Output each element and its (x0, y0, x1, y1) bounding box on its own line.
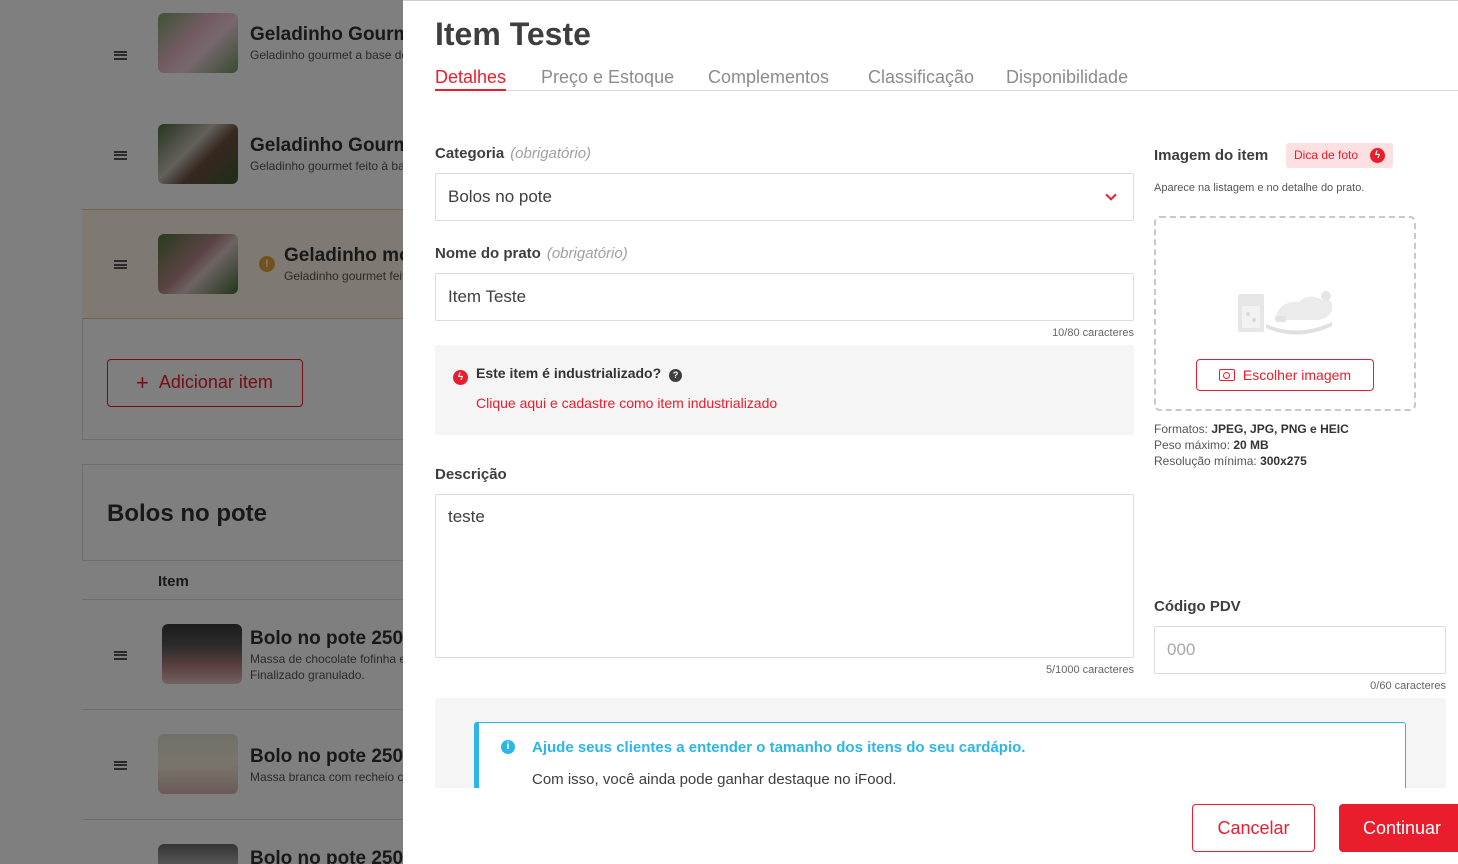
photo-tip-badge[interactable]: Dica de foto ϟ (1286, 143, 1393, 168)
tab-bar: Detalhes Preço e Estoque Complementos Cl… (435, 65, 1458, 91)
camera-icon (1218, 369, 1235, 381)
industrialized-question: ϟ Este item é industrializado?? (453, 365, 683, 385)
description-textarea[interactable]: teste (435, 494, 1134, 658)
spec-value: JPEG, JPG, PNG e HEIC (1211, 422, 1349, 436)
category-label-text: Categoria (435, 145, 505, 162)
spec-label: Resolução mínima: (1154, 454, 1257, 468)
tab-preco-estoque[interactable]: Preço e Estoque (541, 67, 674, 88)
image-label: Imagem do item (1154, 147, 1269, 164)
dish-name-label: Nome do prato (obrigatório) (435, 245, 628, 262)
tab-detalhes[interactable]: Detalhes (435, 67, 507, 91)
tab-disponibilidade[interactable]: Disponibilidade (1006, 67, 1128, 88)
image-max-size: Peso máximo: 20 MB (1154, 438, 1269, 452)
required-hint: (obrigatório) (510, 145, 592, 162)
tab-classificacao[interactable]: Classificação (868, 67, 974, 88)
image-subtitle: Aparece na listagem e no detalhe do prat… (1154, 182, 1365, 194)
info-title: Ajude seus clientes a entender o tamanho… (532, 739, 1026, 756)
info-text: Com isso, você ainda pode ganhar destaqu… (532, 771, 897, 788)
description-counter: 5/1000 caracteres (1045, 664, 1134, 676)
cancel-button[interactable]: Cancelar (1192, 804, 1315, 852)
spec-value: 300x275 (1260, 454, 1307, 468)
image-min-resolution: Resolução mínima: 300x275 (1154, 454, 1307, 468)
bolt-icon: ϟ (453, 370, 468, 385)
pdv-code-input[interactable] (1154, 626, 1446, 674)
dish-name-counter: 10/80 caracteres (1052, 327, 1134, 339)
pdv-code-counter: 0/60 caracteres (1370, 680, 1446, 692)
pdv-code-label: Código PDV (1154, 598, 1241, 615)
category-select[interactable]: Bolos no pote (435, 173, 1134, 221)
dish-name-input[interactable] (435, 273, 1134, 321)
spec-label: Peso máximo: (1154, 438, 1231, 452)
spec-value: 20 MB (1233, 438, 1269, 452)
continue-button[interactable]: Continuar (1339, 804, 1458, 852)
spec-label: Formatos: (1154, 422, 1209, 436)
category-value: Bolos no pote (448, 187, 552, 206)
choose-image-button[interactable]: Escolher imagem (1196, 359, 1374, 391)
food-placeholder-icon (1238, 291, 1333, 335)
size-info-section: i Ajude seus clientes a entender o taman… (435, 698, 1446, 788)
drawer-title: Item Teste (435, 16, 591, 52)
info-icon: i (501, 740, 515, 754)
register-industrialized-link[interactable]: Clique aqui e cadastre como item industr… (476, 395, 777, 411)
required-hint: (obrigatório) (546, 245, 628, 262)
help-icon[interactable]: ? (669, 369, 683, 382)
industrialized-box: ϟ Este item é industrializado?? Clique aq… (435, 345, 1134, 435)
image-dropzone[interactable]: Escolher imagem (1154, 216, 1416, 411)
photo-tip-text: Dica de foto (1294, 148, 1359, 162)
choose-image-label: Escolher imagem (1242, 367, 1352, 383)
category-label: Categoria (obrigatório) (435, 145, 591, 162)
industrialized-question-text: Este item é industrializado? (476, 365, 662, 381)
description-label: Descrição (435, 466, 507, 483)
edit-item-drawer: Item Teste Detalhes Preço e Estoque Comp… (403, 0, 1458, 864)
bolt-icon: ϟ (1370, 148, 1385, 163)
chevron-down-icon (1105, 188, 1117, 201)
tab-complementos[interactable]: Complementos (708, 67, 829, 88)
image-formats: Formatos: JPEG, JPG, PNG e HEIC (1154, 422, 1349, 436)
info-callout: i Ajude seus clientes a entender o taman… (474, 722, 1406, 788)
dish-name-label-text: Nome do prato (435, 245, 541, 262)
